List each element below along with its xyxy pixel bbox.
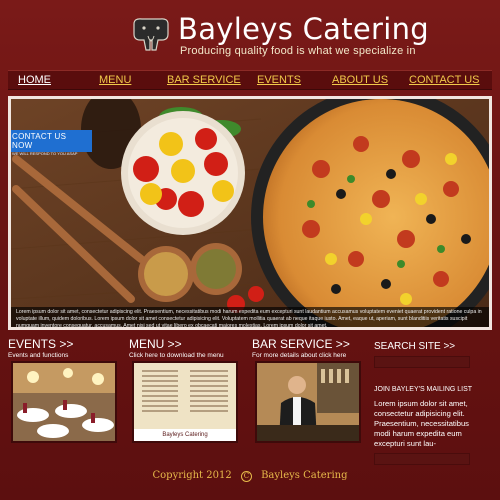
events-panel-title[interactable]: EVENTS >>	[8, 337, 118, 351]
search-site-title: SEARCH SITE >>	[374, 341, 456, 352]
hero-banner: CONTACT US NOW WE WILL RESPOND TO YOU AS…	[8, 96, 492, 330]
events-panel-sub: Events and functions	[8, 352, 69, 359]
contact-tab-sub: WE WILL RESPOND TO YOU ASAP	[12, 151, 78, 156]
site-tagline: Producing quality food is what we specia…	[180, 45, 416, 57]
mailing-list-email-field[interactable]	[374, 453, 470, 465]
mailing-list-text: Lorem ipsum dolor sit amet, consectetur …	[374, 399, 469, 448]
site-title: Bayleys Catering	[178, 12, 430, 46]
events-panel[interactable]: EVENTS >> Events and functions	[8, 337, 118, 450]
main-nav: HOME MENU BAR SERVICE EVENTS ABOUT US CO…	[8, 70, 492, 90]
nav-contact-us[interactable]: CONTACT US	[409, 74, 480, 86]
search-input[interactable]	[374, 356, 470, 368]
contact-us-now-tab[interactable]: CONTACT US NOW WE WILL RESPOND TO YOU AS…	[11, 130, 92, 156]
footer-company: Bayleys Catering	[261, 470, 348, 481]
menu-card-photo[interactable]: Bayleys Catering	[132, 361, 238, 443]
site-header: Bayleys Catering Producing quality food …	[0, 0, 500, 68]
elephant-icon	[133, 18, 169, 51]
menu-card-brand: Bayleys Catering	[134, 429, 236, 441]
menu-panel-sub: Click here to download the menu	[129, 352, 224, 359]
site-footer: Copyright 2012 C Bayleys Catering	[0, 470, 500, 482]
bartender-photo[interactable]	[255, 361, 361, 443]
nav-menu[interactable]: MENU	[99, 74, 131, 86]
bar-service-panel[interactable]: BAR SERVICE >> For more details about cl…	[252, 337, 362, 450]
nav-bar-service[interactable]: BAR SERVICE	[167, 74, 241, 86]
nav-about-us[interactable]: ABOUT US	[332, 74, 388, 86]
nav-events[interactable]: EVENTS	[257, 74, 301, 86]
bar-service-panel-title[interactable]: BAR SERVICE >>	[252, 337, 362, 351]
copyright-icon: C	[240, 471, 252, 482]
mailing-list-title: JOIN BAYLEY'S MAILING LIST	[374, 386, 473, 393]
banquet-hall-photo[interactable]	[11, 361, 117, 443]
contact-tab-label: CONTACT US NOW	[12, 132, 67, 150]
copyright-text: Copyright 2012	[152, 470, 232, 481]
bar-service-panel-sub: For more details about click here	[252, 352, 347, 359]
menu-panel[interactable]: MENU >> Click here to download the menu …	[129, 337, 239, 450]
menu-panel-title[interactable]: MENU >>	[129, 337, 239, 351]
hero-caption: Lorem ipsum dolor sit amet, consectetur …	[11, 307, 489, 327]
sidebar: SEARCH SITE >> JOIN BAYLEY'S MAILING LIS…	[374, 337, 494, 465]
nav-home[interactable]: HOME	[18, 74, 51, 86]
